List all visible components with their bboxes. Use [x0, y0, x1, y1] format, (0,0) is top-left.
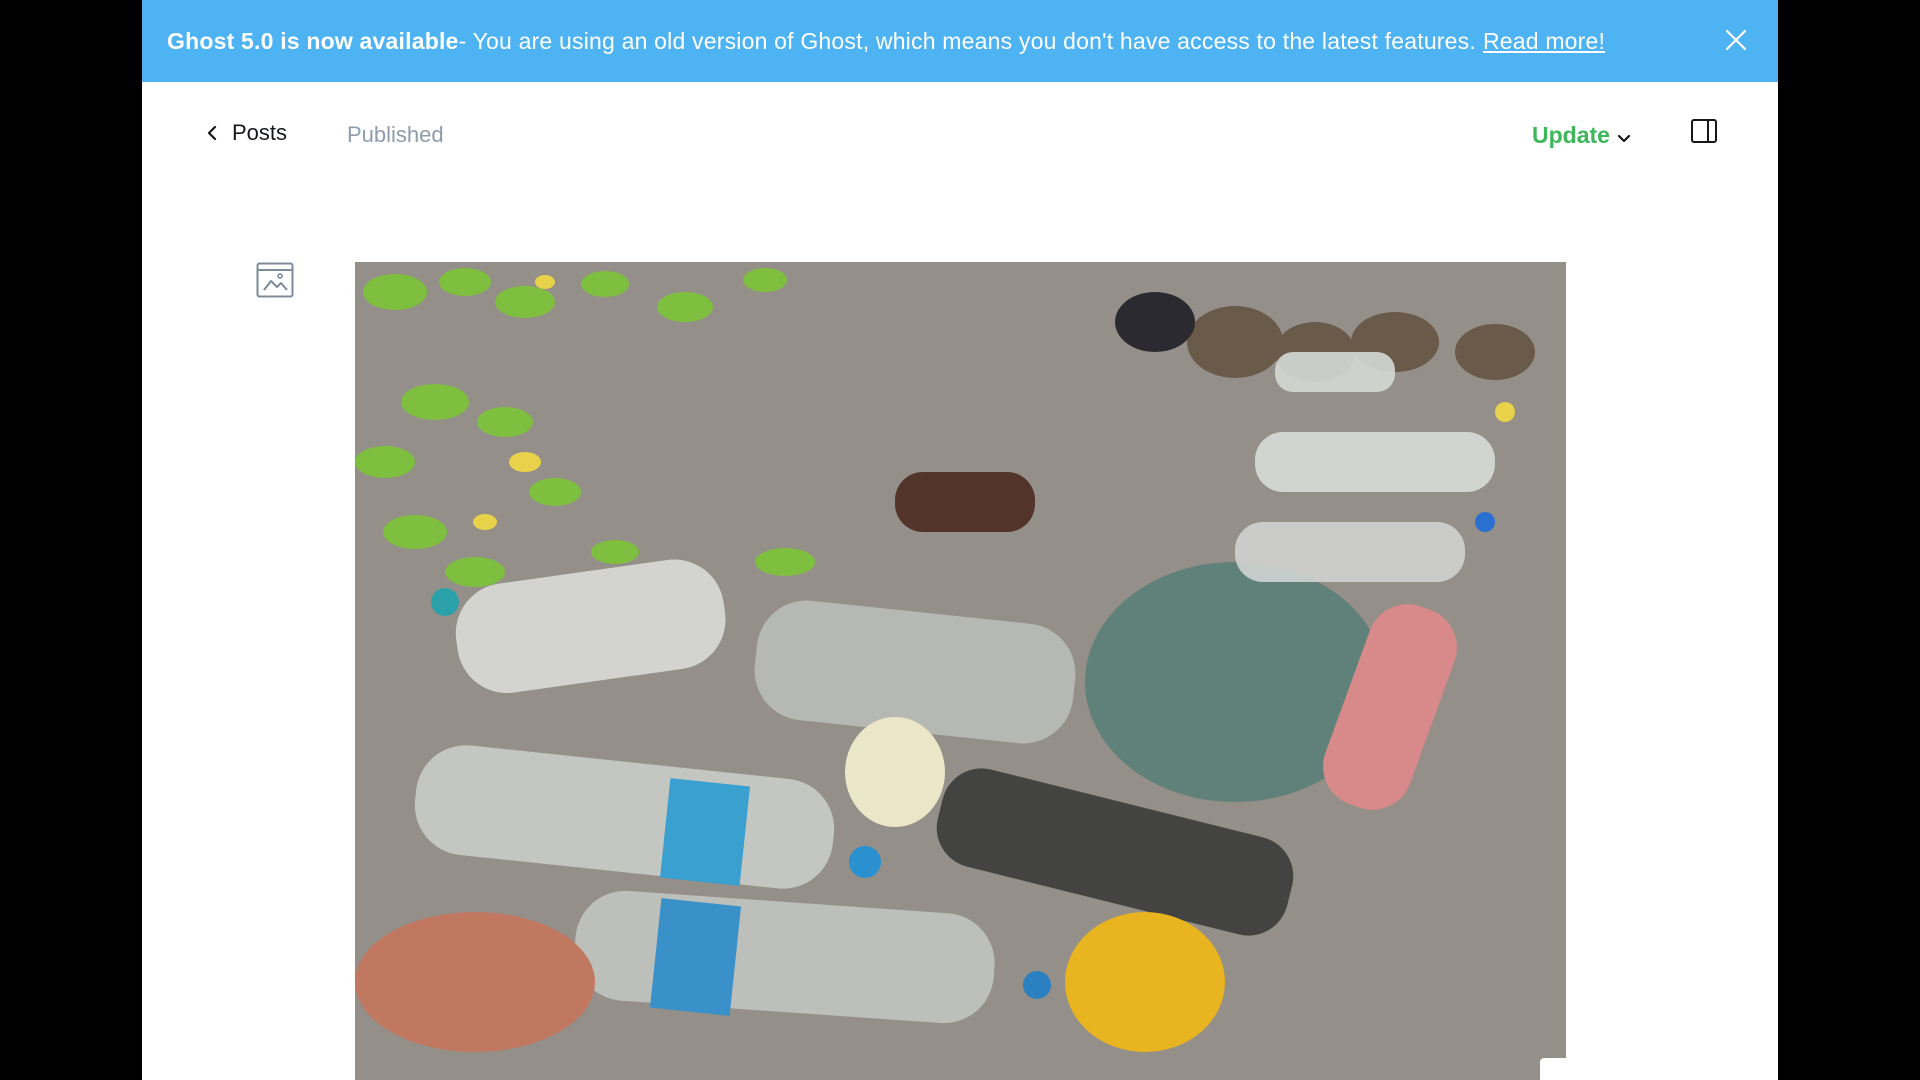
upgrade-banner: Ghost 5.0 is now available - You are usi… — [142, 0, 1778, 82]
banner-message: - You are using an old version of Ghost,… — [458, 27, 1476, 54]
close-icon[interactable] — [1724, 28, 1748, 52]
image-actions-panel — [1540, 1058, 1730, 1080]
banner-read-more-link[interactable]: Read more! — [1483, 28, 1605, 55]
back-to-posts-link[interactable]: Posts — [206, 120, 287, 146]
sidebar-toggle-icon[interactable] — [1690, 118, 1718, 144]
banner-title: Ghost 5.0 is now available — [167, 27, 459, 54]
chevron-left-icon — [207, 125, 217, 141]
editor-header: Posts Published Update — [142, 82, 1778, 187]
image-icon[interactable] — [256, 262, 294, 298]
update-label: Update — [1532, 122, 1610, 148]
chevron-down-icon — [1617, 134, 1631, 142]
back-link-label: Posts — [232, 120, 288, 145]
post-status: Published — [347, 122, 444, 147]
update-button[interactable]: Update — [1532, 122, 1632, 149]
editor-window: Ghost 5.0 is now available - You are usi… — [142, 0, 1778, 1080]
feature-image[interactable] — [355, 262, 1566, 1080]
